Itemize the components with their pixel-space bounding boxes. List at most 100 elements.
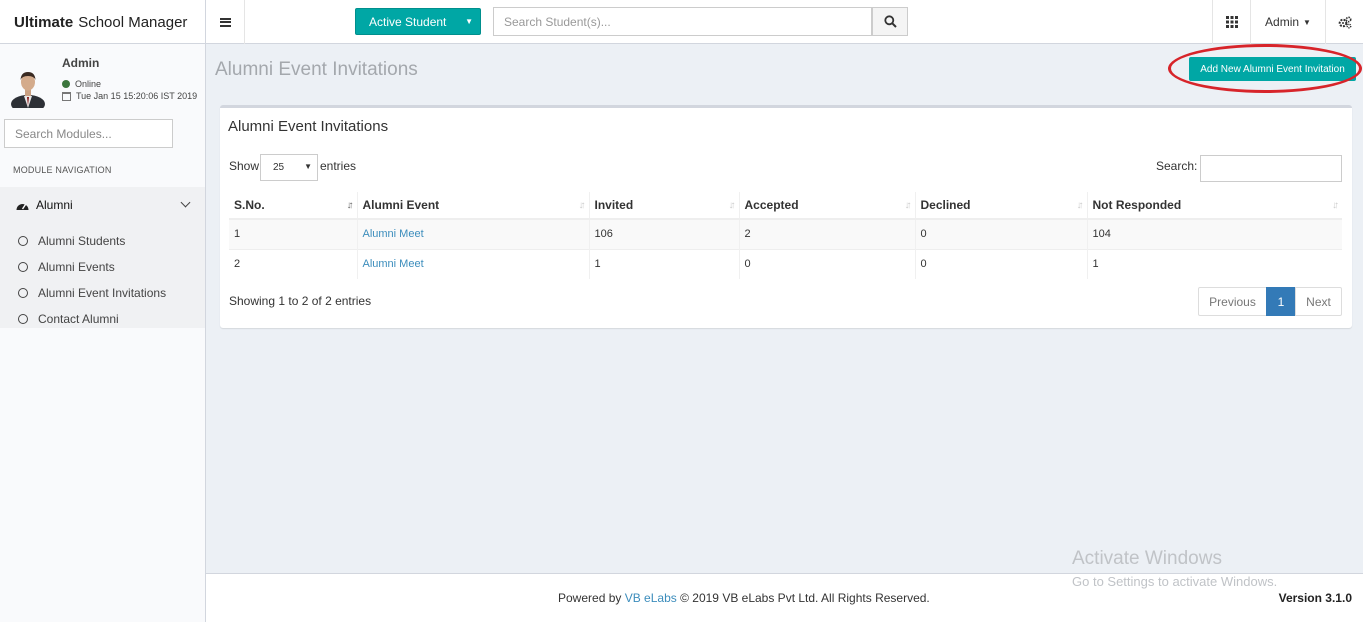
sidebar-item-alumni-students[interactable]: Alumni Students — [0, 228, 205, 254]
cell-accepted: 0 — [738, 248, 915, 279]
sidebar-item-label: Alumni Event Invitations — [38, 286, 167, 300]
search-icon — [883, 15, 897, 28]
page-title: Alumni Event Invitations — [215, 59, 418, 80]
powered-by-text: Powered by — [558, 591, 622, 605]
sidebar-toggle-button[interactable] — [206, 0, 245, 44]
top-header: Ultimate School Manager Active Student ▼… — [0, 0, 1363, 44]
user-status-text: Online — [75, 79, 102, 89]
invitations-table: S.No. ↓↑ Alumni Event ↓↑ Invited ↓↑ Accepte… — [229, 192, 1342, 279]
cell-sno: 2 — [229, 248, 357, 279]
highlight-annotation-ring — [1168, 44, 1362, 93]
sort-icon: ↓↑ — [904, 200, 912, 211]
sort-icon: ↓↑ — [1076, 200, 1084, 211]
entries-label: entries — [320, 159, 357, 173]
sidebar-item-label: Contact Alumni — [38, 312, 119, 326]
cell-declined: 0 — [914, 218, 1087, 249]
pagination-page-1[interactable]: 1 — [1266, 287, 1296, 316]
sort-icon: ↓↑ — [728, 200, 736, 211]
sort-asc-icon: ↓↑ — [346, 200, 354, 211]
brand-rest: School Manager — [78, 13, 188, 31]
caret-down-icon: ▼ — [1303, 17, 1311, 27]
show-label: Show — [229, 159, 260, 173]
sidebar-item-label: Alumni Students — [38, 234, 126, 248]
sidebar-item-label: Alumni Events — [38, 260, 115, 274]
user-menu-dropdown[interactable]: Admin ▼ — [1250, 0, 1325, 44]
student-search-placeholder: Search Student(s)... — [504, 14, 611, 29]
pagination-next-button[interactable]: Next — [1295, 287, 1342, 316]
alumni-event-link[interactable]: Alumni Meet — [363, 228, 424, 240]
current-datetime: Tue Jan 15 15:20:06 IST 2019 — [62, 91, 197, 101]
hamburger-icon — [219, 17, 231, 27]
column-header-label: S.No. — [234, 198, 265, 212]
sidebar: Admin Online Tue Jan 15 15:20:06 IST 201… — [0, 44, 206, 622]
sidebar-item-contact-alumni[interactable]: Contact Alumni — [0, 306, 205, 332]
dashboard-icon — [16, 203, 29, 210]
circle-icon — [18, 288, 28, 298]
table-row: 2 Alumni Meet 1 0 0 1 — [229, 248, 1342, 279]
sidebar-item-alumni-events[interactable]: Alumni Events — [0, 254, 205, 280]
column-header-alumni-event[interactable]: Alumni Event ↓↑ — [356, 192, 589, 220]
datetime-text: Tue Jan 15 15:20:06 IST 2019 — [76, 91, 198, 101]
nav-group-alumni: Alumni Alumni Students Alumni Events Alu… — [0, 187, 205, 328]
user-menu-label: Admin — [1265, 15, 1300, 29]
circle-icon — [18, 314, 28, 324]
pagination-previous-button[interactable]: Previous — [1198, 287, 1267, 316]
settings-button[interactable] — [1325, 0, 1363, 44]
user-status: Online — [62, 79, 101, 89]
grid-icon — [1225, 16, 1238, 28]
table-info: Showing 1 to 2 of 2 entries — [229, 294, 372, 308]
app-brand[interactable]: Ultimate School Manager — [0, 0, 206, 44]
page-length-value: 25 — [273, 162, 285, 173]
caret-down-icon: ▼ — [465, 17, 473, 26]
column-header-label: Invited — [594, 198, 634, 212]
invitations-panel: Alumni Event Invitations Show 25 ▼ entri… — [220, 105, 1352, 328]
page-length-select[interactable]: 25 ▼ — [260, 154, 318, 181]
sidebar-item-alumni-event-invitations[interactable]: Alumni Event Invitations — [0, 280, 205, 306]
activate-windows-title: Activate Windows — [1072, 548, 1222, 569]
panel-title: Alumni Event Invitations — [228, 118, 389, 135]
cell-declined: 0 — [914, 248, 1087, 279]
column-header-label: Declined — [920, 198, 971, 212]
company-link[interactable]: VB eLabs — [625, 591, 677, 605]
sidebar-item-label: Alumni — [36, 198, 73, 212]
nav-header: MODULE NAVIGATION — [13, 165, 112, 175]
brand-bold: Ultimate — [14, 13, 74, 31]
table-search-label: Search: — [1156, 159, 1198, 173]
table-search-input[interactable] — [1200, 155, 1342, 182]
module-search-placeholder: Search Modules... — [15, 126, 112, 141]
cell-not-responded: 104 — [1086, 218, 1342, 249]
column-header-label: Accepted — [744, 198, 799, 212]
version-label: Version 3.1.0 — [1278, 591, 1352, 605]
circle-icon — [18, 236, 28, 246]
alumni-event-link[interactable]: Alumni Meet — [363, 258, 424, 270]
column-header-sno[interactable]: S.No. ↓↑ — [229, 192, 357, 220]
column-header-invited[interactable]: Invited ↓↑ — [588, 192, 739, 220]
cell-alumni-event: Alumni Meet — [356, 218, 589, 249]
circle-icon — [18, 262, 28, 272]
student-search-input[interactable]: Search Student(s)... — [493, 7, 872, 36]
column-header-label: Not Responded — [1092, 198, 1182, 212]
apps-grid-button[interactable] — [1212, 0, 1250, 44]
student-search-button[interactable] — [872, 7, 908, 36]
column-header-accepted[interactable]: Accepted ↓↑ — [738, 192, 915, 220]
cell-alumni-event: Alumni Meet — [356, 248, 589, 279]
activate-windows-subtitle: Go to Settings to activate Windows. — [1072, 574, 1278, 589]
table-row: 1 Alumni Meet 106 2 0 104 — [229, 218, 1342, 249]
active-student-dropdown[interactable]: Active Student ▼ — [355, 8, 481, 35]
pagination: Previous 1 Next — [1198, 287, 1342, 316]
column-header-not-responded[interactable]: Not Responded ↓↑ — [1086, 192, 1342, 220]
cell-invited: 1 — [588, 248, 739, 279]
calendar-icon — [62, 91, 71, 101]
cell-invited: 106 — [588, 218, 739, 249]
gears-icon — [1338, 15, 1352, 28]
user-avatar — [11, 72, 45, 108]
sort-icon: ↓↑ — [1332, 200, 1339, 211]
caret-down-icon: ▼ — [304, 162, 312, 171]
sidebar-item-alumni[interactable]: Alumni — [0, 187, 205, 223]
online-status-icon — [62, 80, 70, 88]
cell-sno: 1 — [229, 218, 357, 249]
chevron-down-icon — [180, 197, 191, 208]
column-header-declined[interactable]: Declined ↓↑ — [914, 192, 1087, 220]
module-search-input[interactable]: Search Modules... — [4, 119, 173, 148]
column-header-label: Alumni Event — [362, 198, 440, 212]
